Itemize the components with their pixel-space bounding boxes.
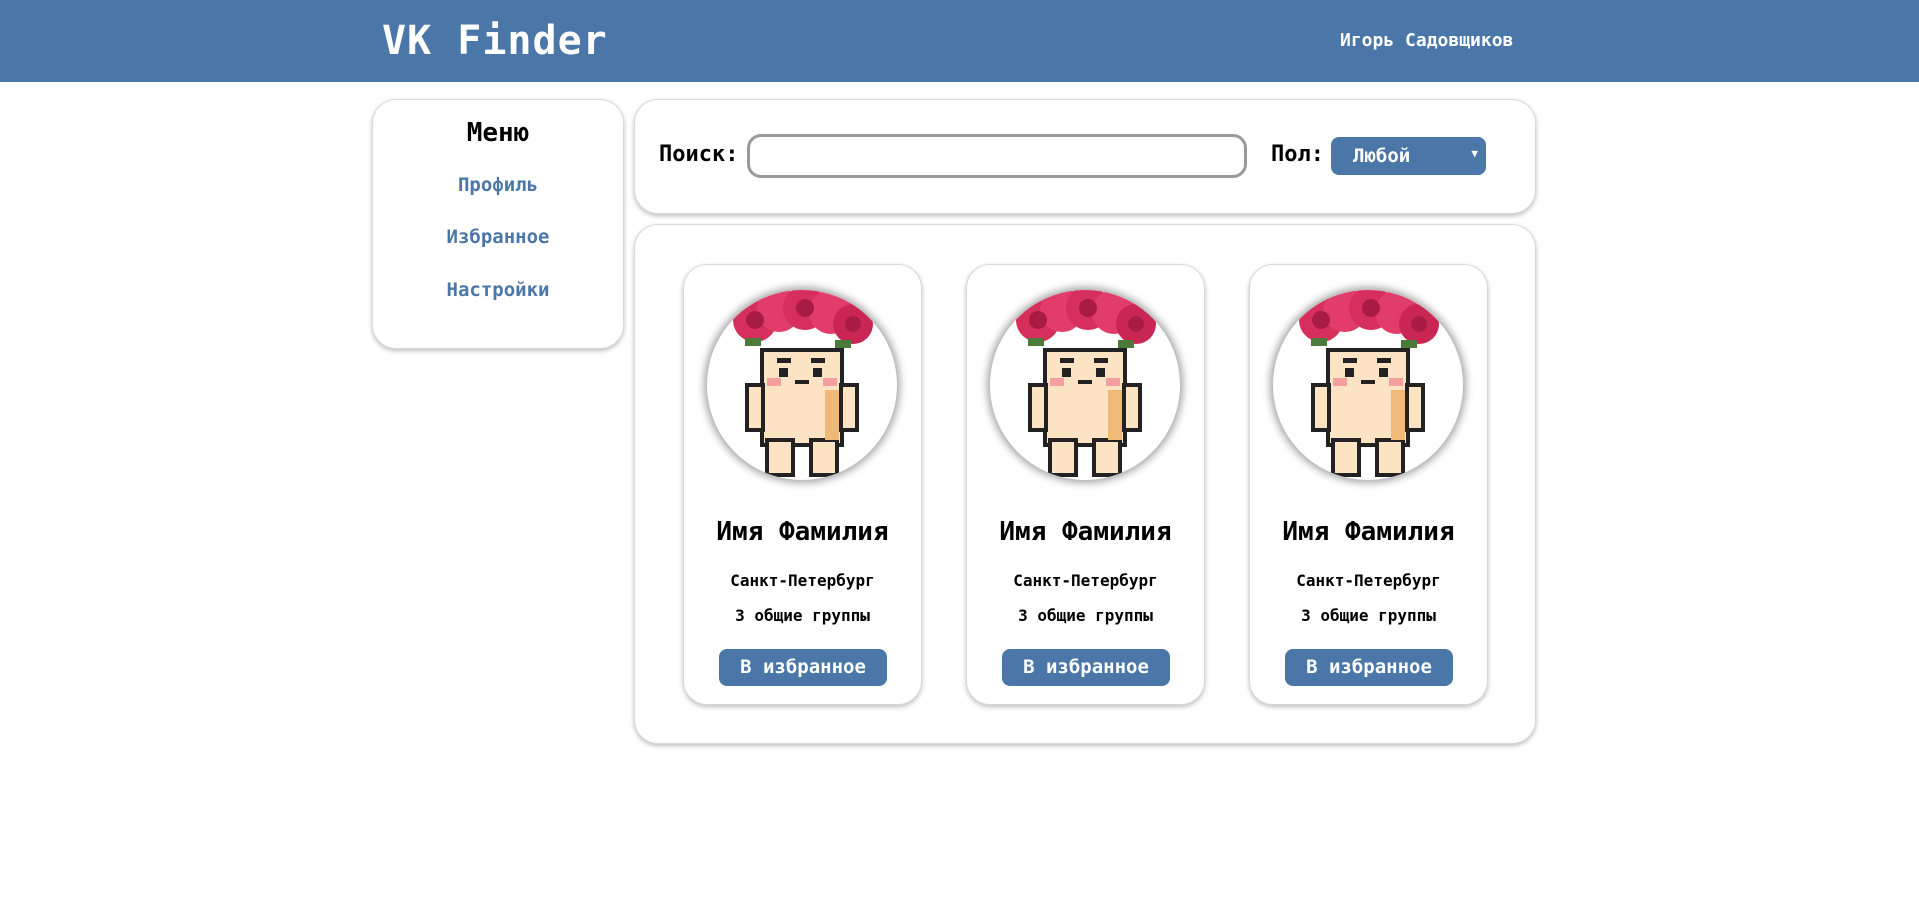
triangle-down-icon: ▼ bbox=[1471, 147, 1478, 160]
add-to-favorites-button[interactable]: В избранное bbox=[719, 649, 887, 686]
card-common-groups: 3 общие группы bbox=[1018, 606, 1153, 625]
add-to-favorites-button[interactable]: В избранное bbox=[1002, 649, 1170, 686]
avatar[interactable] bbox=[990, 290, 1180, 480]
card-common-groups: 3 общие группы bbox=[1301, 606, 1436, 625]
profile-card: Имя Фамилия Санкт-Петербург 3 общие груп… bbox=[683, 264, 922, 705]
card-name[interactable]: Имя Фамилия bbox=[1250, 517, 1487, 547]
top-bar: VK Finder Игорь Садовщиков bbox=[0, 0, 1919, 82]
gender-select[interactable]: Любой ▼ bbox=[1331, 137, 1486, 175]
gender-select-value: Любой bbox=[1353, 145, 1411, 167]
avatar[interactable] bbox=[707, 290, 897, 480]
sidebar-menu: Меню Профиль Избранное Настройки bbox=[372, 99, 624, 349]
gender-label: Пол: bbox=[1271, 142, 1324, 167]
search-input[interactable] bbox=[747, 134, 1247, 178]
search-label: Поиск: bbox=[659, 142, 739, 167]
menu-title: Меню bbox=[466, 118, 530, 148]
search-panel: Поиск: Пол: Любой ▼ bbox=[634, 99, 1536, 214]
card-name[interactable]: Имя Фамилия bbox=[967, 517, 1204, 547]
profile-card: Имя Фамилия Санкт-Петербург 3 общие груп… bbox=[1249, 264, 1488, 705]
avatar[interactable] bbox=[1273, 290, 1463, 480]
sidebar-item-settings[interactable]: Настройки bbox=[373, 279, 623, 301]
card-city: Санкт-Петербург bbox=[1013, 571, 1158, 590]
card-common-groups: 3 общие группы bbox=[735, 606, 870, 625]
results-panel: Имя Фамилия Санкт-Петербург 3 общие груп… bbox=[634, 224, 1536, 744]
profile-card: Имя Фамилия Санкт-Петербург 3 общие груп… bbox=[966, 264, 1205, 705]
add-to-favorites-button[interactable]: В избранное bbox=[1285, 649, 1453, 686]
app-logo[interactable]: VK Finder bbox=[382, 18, 608, 64]
card-city: Санкт-Петербург bbox=[1296, 571, 1441, 590]
sidebar-item-favorites[interactable]: Избранное bbox=[373, 226, 623, 248]
sidebar-item-profile[interactable]: Профиль bbox=[373, 174, 623, 196]
user-name[interactable]: Игорь Садовщиков bbox=[1340, 30, 1513, 51]
card-name[interactable]: Имя Фамилия bbox=[684, 517, 921, 547]
card-city: Санкт-Петербург bbox=[730, 571, 875, 590]
